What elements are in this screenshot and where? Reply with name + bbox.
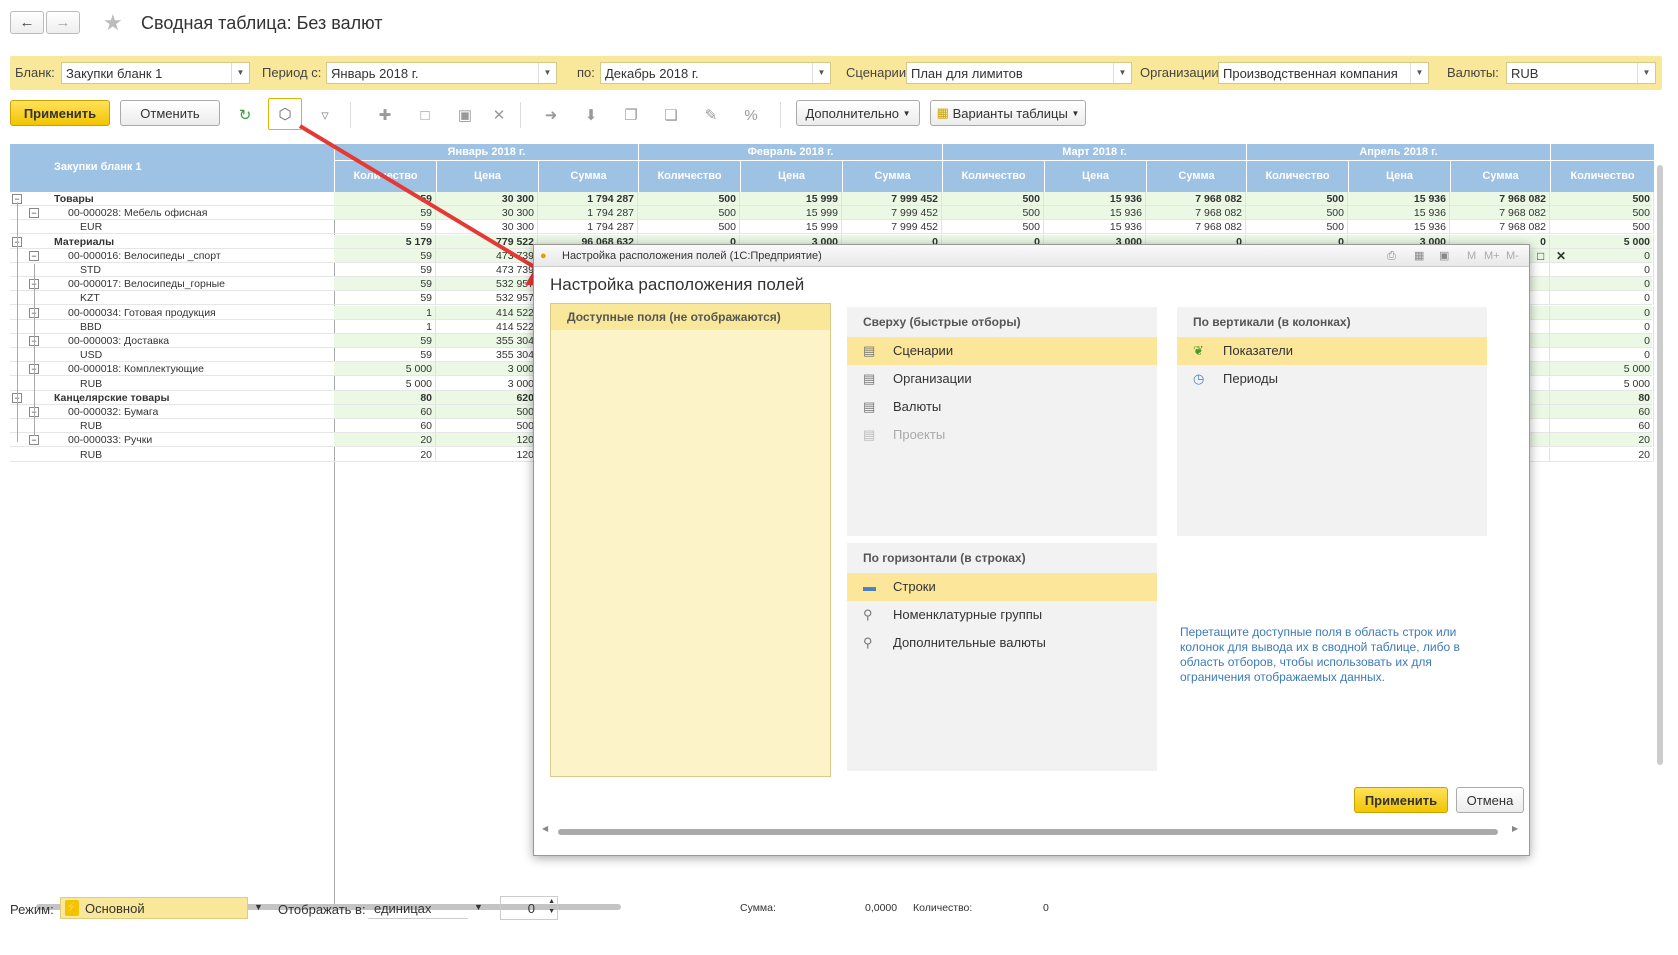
dialog-window-title: Настройка расположения полей (1С:Предпри…: [562, 250, 822, 262]
field-item-organizations[interactable]: ▤ Организации: [847, 365, 1157, 393]
dialog-apply-button[interactable]: Применить: [1354, 787, 1448, 813]
status-bar: Режим: ⚡ Основной ▼ Отображать в: единиц…: [0, 892, 1678, 932]
field-grid-icon: ▤: [863, 427, 876, 442]
available-fields-panel[interactable]: Доступные поля (не отображаются): [550, 303, 831, 777]
clock-icon: ◷: [1193, 371, 1205, 386]
dialog-horizontal-scrollbar[interactable]: ◀ ▶: [542, 824, 1522, 837]
scroll-left-icon[interactable]: ◀: [542, 824, 548, 833]
field-item-label: Сценарии: [893, 343, 954, 358]
precision-spinner[interactable]: 0 ▲ ▼: [500, 896, 558, 920]
qty-label: Количество:: [913, 902, 973, 914]
leaf-icon: ❦: [1193, 343, 1204, 358]
maximize-icon[interactable]: □: [1537, 245, 1544, 267]
field-item-label: Показатели: [1223, 343, 1293, 358]
field-item-label: Номенклатурные группы: [893, 607, 1043, 622]
scrollbar-thumb[interactable]: [558, 829, 1498, 835]
mode-label: Режим:: [10, 902, 54, 917]
search-doc-icon: ⚲: [863, 607, 873, 622]
search-doc-icon: ⚲: [863, 635, 873, 650]
field-item-periods[interactable]: ◷ Периоды: [1177, 365, 1487, 393]
field-item-rows[interactable]: ▬ Строки: [847, 573, 1157, 601]
field-item-scenarios[interactable]: ▤ Сценарии: [847, 337, 1157, 365]
scroll-right-icon[interactable]: ▶: [1512, 824, 1518, 833]
field-item-projects[interactable]: ▤ Проекты: [847, 421, 1157, 449]
field-layout-dialog: ● Настройка расположения полей (1С:Предп…: [533, 244, 1566, 856]
rows-panel[interactable]: По горизонтали (в строках) ▬ Строки ⚲ Номе…: [847, 543, 1157, 771]
chevron-down-icon[interactable]: ▼: [474, 902, 483, 912]
display-label: Отображать в:: [278, 902, 366, 917]
memory-minus-button[interactable]: M-: [1506, 245, 1519, 267]
spinner-arrows-icon[interactable]: ▲ ▼: [548, 897, 555, 917]
field-item-label: Строки: [893, 579, 936, 594]
field-item-indicators[interactable]: ❦ Показатели: [1177, 337, 1487, 365]
field-item-currencies[interactable]: ▤ Валюты: [847, 393, 1157, 421]
field-item-label: Организации: [893, 371, 972, 386]
mode-value: Основной: [85, 901, 145, 916]
dialog-heading: Настройка расположения полей: [550, 275, 805, 294]
calculator-icon[interactable]: ▦: [1414, 245, 1424, 267]
rows-header: По горизонтали (в строках): [863, 551, 1026, 565]
display-select[interactable]: единицах: [368, 897, 468, 919]
top-filters-panel[interactable]: Сверху (быстрые отборы) ▤ Сценарии ▤ Орган…: [847, 307, 1157, 536]
field-item-label: Проекты: [893, 427, 946, 442]
qty-value: 0: [1043, 902, 1049, 914]
dialog-hint: Перетащите доступные поля в область стро…: [1180, 625, 1460, 684]
field-item-label: Периоды: [1223, 371, 1278, 386]
field-item-extra-currencies[interactable]: ⚲ Дополнительные валюты: [847, 629, 1157, 657]
close-icon[interactable]: ✕: [1556, 245, 1566, 267]
sum-value: 0,0000: [865, 902, 898, 914]
memory-plus-button[interactable]: M+: [1484, 245, 1500, 267]
print-icon[interactable]: ⎙: [1387, 245, 1396, 267]
rows-icon: ▬: [863, 579, 876, 594]
mode-select[interactable]: ⚡ Основной: [60, 897, 248, 919]
chevron-down-icon[interactable]: ▼: [254, 902, 263, 912]
spin-value: 0: [527, 901, 535, 916]
field-grid-icon: ▤: [863, 399, 876, 414]
lightning-icon: ⚡: [65, 900, 79, 916]
sum-label: Сумма:: [740, 902, 776, 914]
field-item-label: Валюты: [893, 399, 942, 414]
memory-m-button[interactable]: M: [1467, 245, 1476, 267]
field-grid-icon: ▤: [863, 343, 876, 358]
calendar-icon[interactable]: ▣: [1439, 245, 1449, 267]
field-grid-icon: ▤: [863, 371, 876, 386]
display-value: единицах: [374, 901, 432, 916]
dialog-cancel-button[interactable]: Отмена: [1456, 787, 1524, 813]
available-fields-header: Доступные поля (не отображаются): [551, 304, 830, 330]
columns-header: По вертикали (в колонках): [1193, 315, 1351, 329]
columns-panel[interactable]: По вертикали (в колонках) ❦ Показатели ◷ П…: [1177, 307, 1487, 536]
top-filters-header: Сверху (быстрые отборы): [863, 315, 1021, 329]
app-logo-icon: ●: [540, 250, 547, 262]
field-item-nomenclature-groups[interactable]: ⚲ Номенклатурные группы: [847, 601, 1157, 629]
dialog-titlebar: ● Настройка расположения полей (1С:Предп…: [534, 245, 1529, 267]
field-item-label: Дополнительные валюты: [893, 635, 1046, 650]
